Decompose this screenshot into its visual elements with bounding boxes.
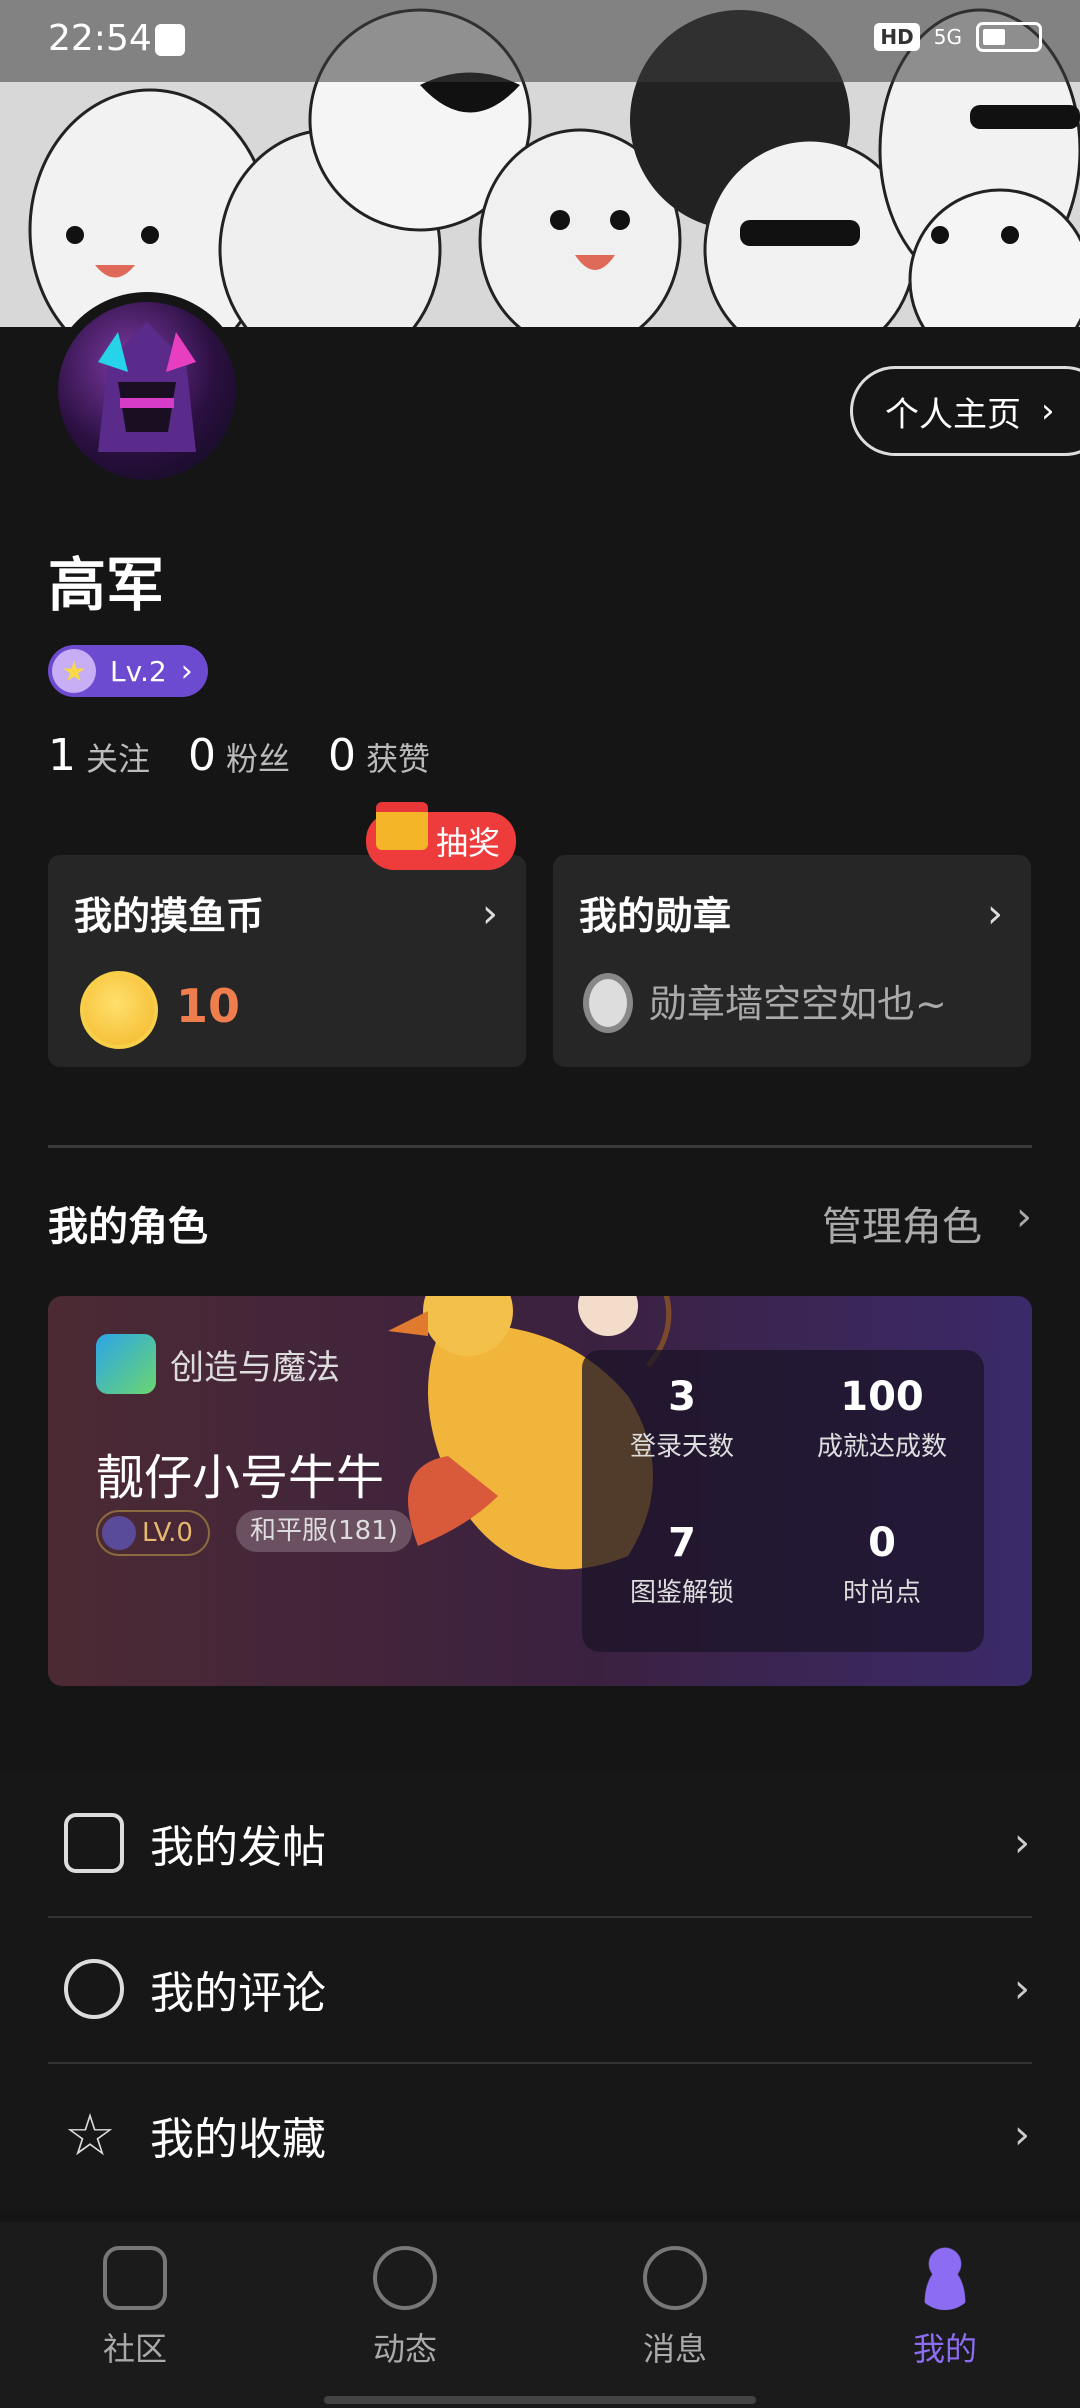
profile-banner: 22:54 HD 5G — [0, 0, 1080, 327]
medal-icon — [583, 973, 633, 1033]
level-badge[interactable]: ★ Lv.2 › — [48, 645, 208, 697]
stat-codex: 7 图鉴解锁 — [582, 1520, 782, 1609]
star-icon: ☆ — [64, 2101, 116, 2169]
manage-roles-link[interactable]: 管理角色 › — [822, 1194, 1032, 1252]
menu-item-favorites[interactable]: ☆ 我的收藏 › — [0, 2062, 1080, 2208]
nav-dynamics[interactable]: 动态 — [335, 2246, 475, 2370]
avatar[interactable] — [48, 292, 246, 490]
battery-icon — [976, 22, 1042, 52]
menu-item-comments-label: 我的评论 — [150, 1968, 326, 2019]
menu-list: 我的发帖 › 我的评论 › ☆ 我的收藏 › — [0, 1770, 1080, 2210]
role-name: 靓仔小号牛牛 — [96, 1450, 385, 1506]
chevron-right-icon: › — [180, 653, 193, 689]
coin-icon — [80, 971, 158, 1049]
chevron-right-icon: › — [1016, 1194, 1032, 1240]
nav-messages-label: 消息 — [642, 2330, 707, 2368]
stat-login-days-value: 3 — [668, 1374, 696, 1420]
home-indicator[interactable] — [324, 2396, 756, 2404]
avatar-image — [58, 302, 236, 480]
stat-fashion-value: 0 — [868, 1520, 896, 1566]
personal-homepage-button[interactable]: 个人主页 › — [850, 366, 1080, 456]
user-icon — [913, 2246, 977, 2310]
profile-stats: 1 关注 0 粉丝 0 获赞 — [48, 730, 468, 781]
stat-achievements-value: 100 — [840, 1374, 924, 1420]
likes-label: 获赞 — [366, 740, 431, 778]
star-icon: ★ — [52, 649, 96, 693]
coins-title: 我的摸鱼币 — [74, 894, 265, 938]
nav-messages[interactable]: 消息 — [605, 2246, 745, 2370]
section-divider — [48, 1145, 1032, 1148]
followers-label[interactable]: 粉丝 — [226, 734, 290, 780]
lottery-badge[interactable]: 抽奖 — [366, 802, 517, 870]
bottom-nav: 社区 动态 消息 我的 — [0, 2222, 1080, 2408]
role-level-icon — [102, 1516, 136, 1550]
status-indicators: HD 5G — [874, 22, 1042, 52]
stat-codex-label: 图鉴解锁 — [629, 1578, 734, 1608]
role-stats-box: 3 登录天数 100 成就达成数 7 图鉴解锁 0 时尚点 — [582, 1350, 984, 1652]
stat-login-days-label: 登录天数 — [629, 1432, 734, 1462]
username: 高军 — [48, 551, 165, 619]
medals-card[interactable]: 我的勋章 › 勋章墙空空如也~ — [553, 855, 1031, 1067]
document-icon — [64, 1813, 124, 1873]
roles-title: 我的角色 — [48, 1204, 208, 1250]
chevron-right-icon: › — [1014, 1966, 1030, 2012]
menu-item-posts-label: 我的发帖 — [150, 1822, 326, 1873]
nav-community-label: 社区 — [102, 2330, 167, 2368]
stat-achievements: 100 成就达成数 — [782, 1374, 982, 1463]
medals-title: 我的勋章 — [579, 894, 732, 938]
chevron-right-icon: › — [1014, 1820, 1030, 1866]
medals-empty-text: 勋章墙空空如也~ — [649, 982, 947, 1026]
chevron-right-icon: › — [1041, 391, 1055, 431]
lottery-label: 抽奖 — [436, 824, 501, 862]
gift-icon — [376, 802, 428, 850]
role-level-text: LV.0 — [142, 1518, 193, 1548]
stat-codex-value: 7 — [668, 1520, 696, 1566]
role-level-badge: LV.0 — [96, 1510, 210, 1556]
comment-icon — [64, 1959, 124, 2019]
chat-icon — [643, 2246, 707, 2310]
nav-community[interactable]: 社区 — [65, 2246, 205, 2370]
stat-fashion-label: 时尚点 — [842, 1578, 921, 1608]
stat-login-days: 3 登录天数 — [582, 1374, 782, 1463]
message-notification-icon — [155, 24, 185, 56]
menu-item-posts[interactable]: 我的发帖 › — [0, 1770, 1080, 1916]
coins-card[interactable]: 我的摸鱼币 › 10 — [48, 855, 526, 1067]
menu-item-comments[interactable]: 我的评论 › — [0, 1916, 1080, 2062]
nav-me-label: 我的 — [912, 2330, 977, 2368]
stat-fashion: 0 时尚点 — [782, 1520, 982, 1609]
status-time: 22:54 — [48, 18, 152, 59]
personal-homepage-label: 个人主页 — [885, 394, 1021, 435]
menu-item-favorites-label: 我的收藏 — [150, 2114, 326, 2165]
likes-count: 0 — [328, 730, 357, 781]
chevron-right-icon: › — [987, 891, 1003, 937]
following-count[interactable]: 1 — [48, 730, 76, 781]
role-card[interactable]: 创造与魔法 靓仔小号牛牛 LV.0 和平服(181) 3 登录天数 100 成就… — [48, 1296, 1032, 1686]
status-bar: 22:54 HD 5G — [0, 0, 1080, 82]
following-label[interactable]: 关注 — [86, 734, 150, 780]
followers-count[interactable]: 0 — [188, 730, 216, 781]
signal-icon: 5G — [933, 25, 962, 49]
chevron-right-icon: › — [1014, 2112, 1030, 2158]
stat-achievements-label: 成就达成数 — [816, 1432, 947, 1462]
game-icon — [96, 1334, 156, 1394]
manage-roles-label: 管理角色 — [822, 1204, 982, 1250]
nav-me[interactable]: 我的 — [875, 2246, 1015, 2370]
compass-icon — [373, 2246, 437, 2310]
game-name: 创造与魔法 — [170, 1348, 340, 1388]
level-text: Lv.2 — [110, 654, 167, 688]
coin-value: 10 — [176, 979, 241, 1033]
chevron-right-icon: › — [482, 891, 498, 937]
nav-dynamics-label: 动态 — [372, 2330, 437, 2368]
hd-icon: HD — [874, 23, 920, 51]
home-icon — [103, 2246, 167, 2310]
